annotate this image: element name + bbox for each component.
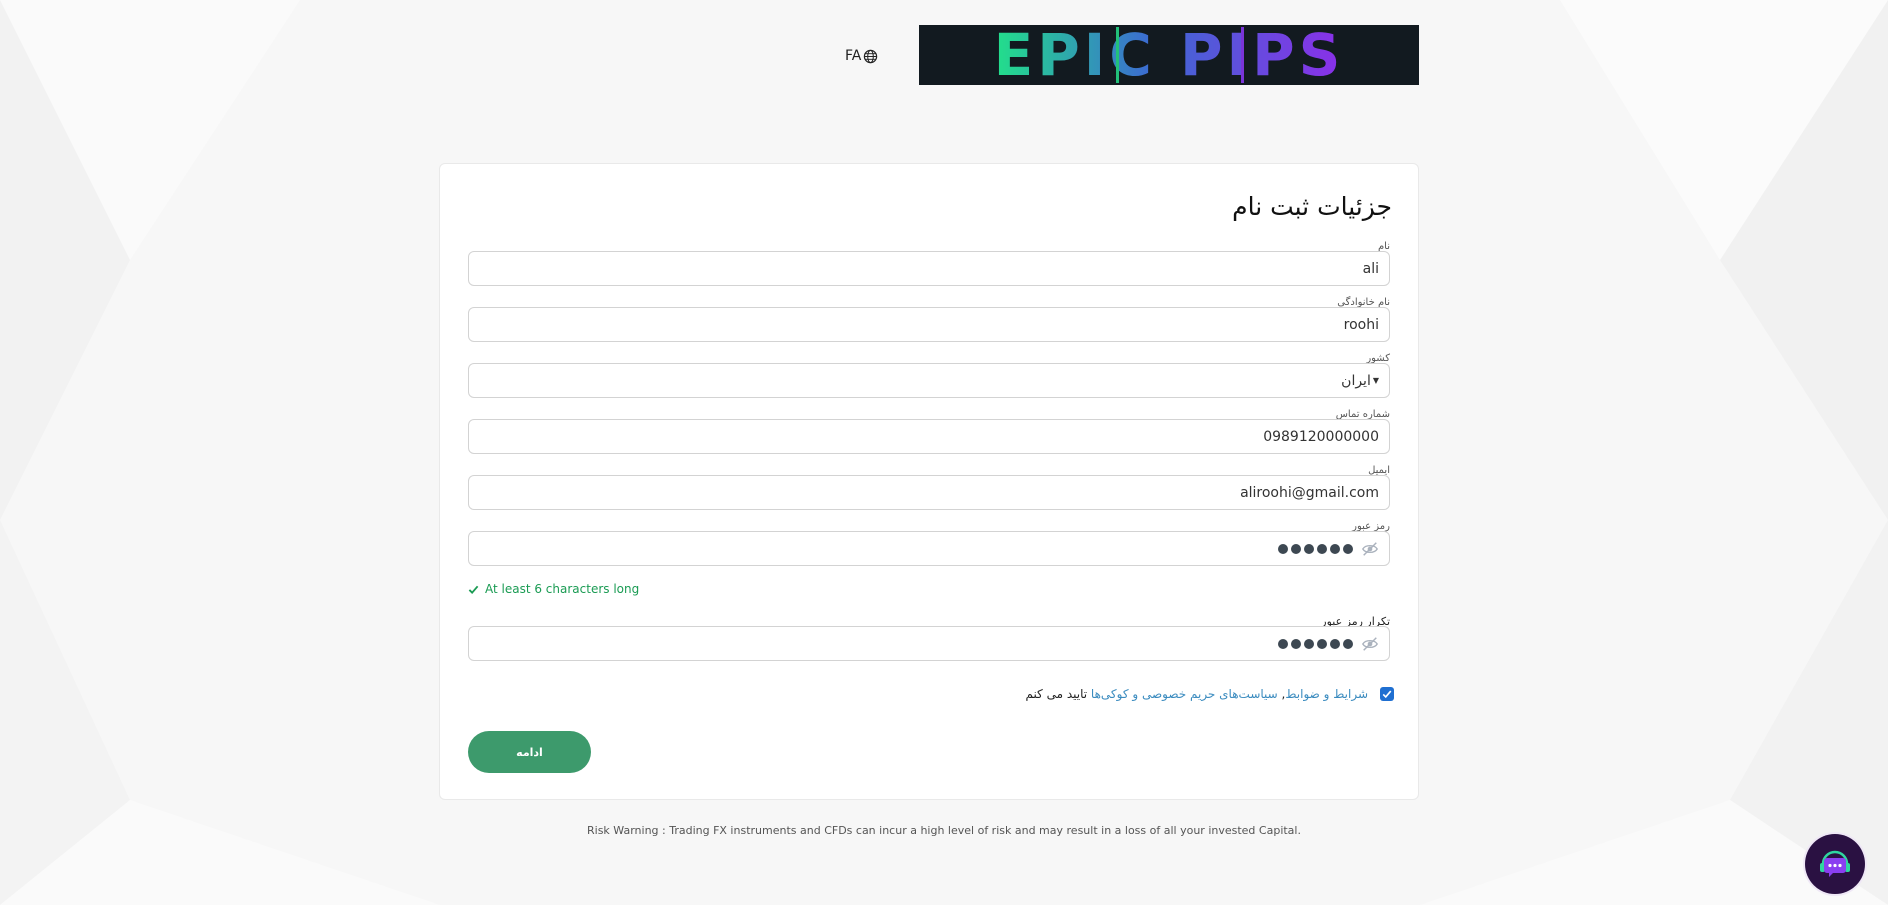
logo-text: EPIC PIPS: [994, 25, 1345, 85]
phone-value: 0989120000000: [1263, 428, 1379, 445]
last-name-input[interactable]: roohi: [468, 307, 1390, 342]
terms-suffix: تایید می کنم: [1025, 687, 1088, 701]
confirm-password-masked-value: [1278, 638, 1353, 649]
language-label: FA: [845, 48, 862, 64]
terms-checkbox[interactable]: [1380, 687, 1394, 701]
check-icon: [1382, 690, 1392, 699]
first-name-input[interactable]: ali: [468, 251, 1390, 286]
support-chat-icon: [1820, 850, 1850, 877]
first-name-value: ali: [1362, 260, 1379, 277]
last-name-value: roohi: [1343, 316, 1379, 333]
password-masked-value: [1278, 543, 1353, 554]
continue-button[interactable]: ادامه: [468, 731, 591, 773]
top-bar: FA EPIC PIPS: [0, 0, 1888, 110]
page-title: جزئیات ثبت نام: [1232, 192, 1392, 221]
terms-link[interactable]: شرایط و ضوابط: [1285, 687, 1368, 701]
registration-card: جزئیات ثبت نام نام ali نام خانوادگی rooh…: [439, 163, 1419, 800]
support-chat-button[interactable]: [1805, 834, 1865, 894]
brand-logo: EPIC PIPS: [919, 25, 1419, 85]
email-input[interactable]: aliroohi@gmail.com: [468, 475, 1390, 510]
globe-icon: [864, 49, 878, 63]
phone-input[interactable]: 0989120000000: [468, 419, 1390, 454]
terms-text: شرایط و ضوابط, سیاست‌های حریم خصوصی و کو…: [1025, 687, 1368, 701]
confirm-password-input[interactable]: [468, 626, 1390, 661]
risk-warning: Risk Warning : Trading FX instruments an…: [587, 824, 1301, 837]
country-value: ایران: [1341, 372, 1371, 389]
chevron-down-icon: ▼: [1372, 376, 1379, 385]
password-hint: At least 6 characters long: [468, 582, 639, 596]
eye-slash-icon[interactable]: [1361, 540, 1379, 558]
password-hint-text: At least 6 characters long: [485, 582, 640, 596]
eye-slash-icon[interactable]: [1361, 635, 1379, 653]
country-select[interactable]: ایران ▼: [468, 363, 1390, 398]
terms-agreement: شرایط و ضوابط, سیاست‌های حریم خصوصی و کو…: [1025, 687, 1394, 701]
privacy-link[interactable]: سیاست‌های حریم خصوصی و کوکی‌ها: [1091, 687, 1278, 701]
language-switcher[interactable]: FA: [845, 46, 878, 66]
email-value: aliroohi@gmail.com: [1240, 484, 1379, 501]
password-input[interactable]: [468, 531, 1390, 566]
check-icon: [468, 585, 479, 594]
